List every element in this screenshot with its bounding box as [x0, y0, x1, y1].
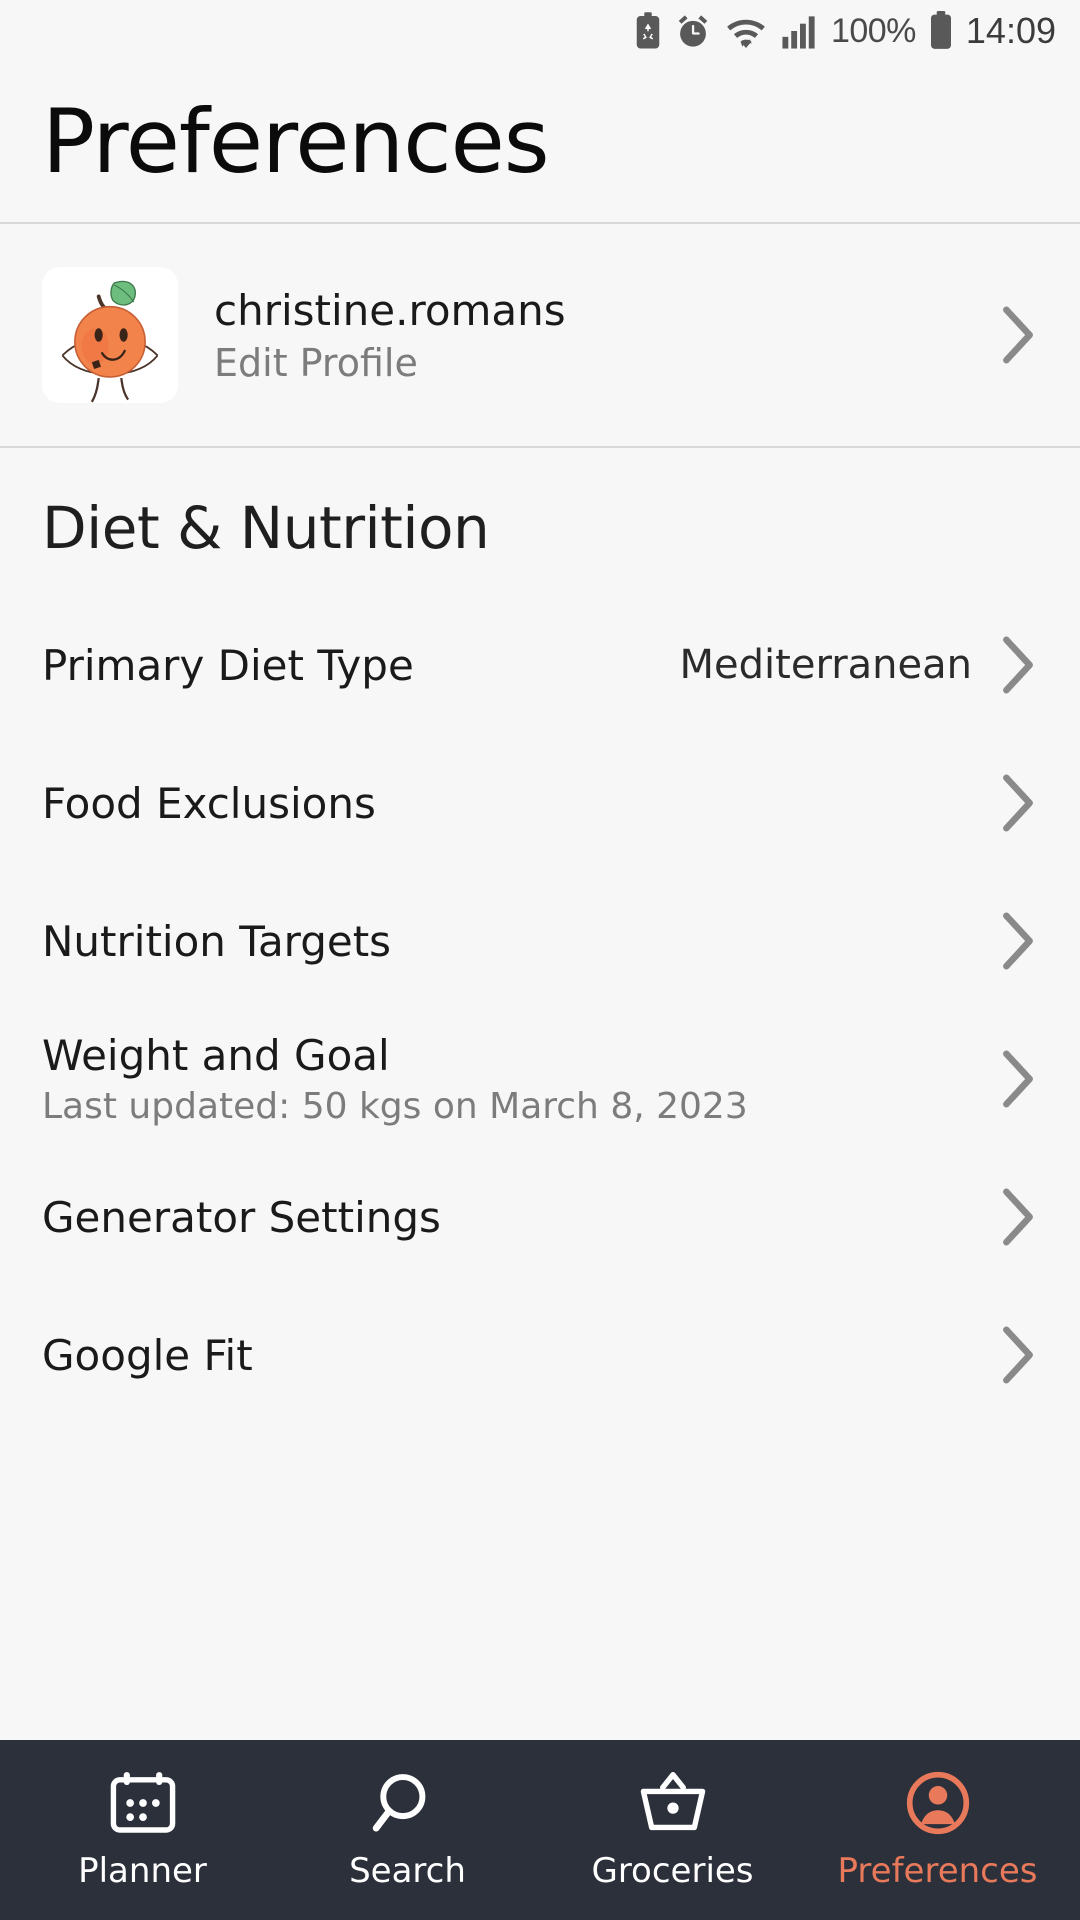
settings-row-generator-settings[interactable]: Generator Settings — [0, 1148, 1080, 1286]
status-clock: 14:09 — [965, 10, 1056, 51]
settings-content: Diet & Nutrition Primary Diet Type Medit… — [0, 448, 1080, 1740]
settings-row-google-fit[interactable]: Google Fit — [0, 1286, 1080, 1424]
profile-text: christine.romans Edit Profile — [214, 286, 962, 385]
account-circle-icon — [902, 1769, 974, 1837]
search-icon — [372, 1769, 444, 1837]
signal-bars-icon — [781, 12, 819, 50]
row-label: Nutrition Targets — [42, 916, 392, 966]
profile-row[interactable]: christine.romans Edit Profile — [0, 224, 1080, 446]
row-label: Google Fit — [42, 1330, 253, 1380]
chevron-right-icon[interactable] — [998, 634, 1038, 696]
chevron-right-icon[interactable] — [998, 1324, 1038, 1386]
chevron-right-icon[interactable] — [998, 1186, 1038, 1248]
nav-label: Search — [349, 1851, 466, 1891]
settings-row-nutrition-targets[interactable]: Nutrition Targets — [0, 872, 1080, 1010]
app-screen: 100% 14:09 Preferences christine.romans … — [0, 0, 1080, 1920]
status-bar: 100% 14:09 — [0, 0, 1080, 62]
wifi-icon — [723, 12, 769, 50]
row-main: Food Exclusions — [42, 779, 978, 828]
nav-item-groceries[interactable]: Groceries — [540, 1740, 805, 1920]
battery-percent-label: 100% — [830, 11, 916, 50]
chevron-right-icon[interactable] — [998, 772, 1038, 834]
settings-row-weight-and-goal[interactable]: Weight and Goal Last updated: 50 kgs on … — [0, 1010, 1080, 1148]
row-main: Primary Diet Type — [42, 641, 660, 690]
chevron-right-icon[interactable] — [998, 304, 1038, 366]
profile-username: christine.romans — [214, 285, 566, 335]
nav-item-search[interactable]: Search — [275, 1740, 540, 1920]
settings-row-primary-diet-type[interactable]: Primary Diet Type Mediterranean — [0, 596, 1080, 734]
nav-label: Groceries — [591, 1851, 754, 1891]
bottom-navigation: Planner Search Groceries Preferences — [0, 1740, 1080, 1920]
row-sublabel: Last updated: 50 kgs on March 8, 2023 — [42, 1086, 748, 1127]
settings-row-food-exclusions[interactable]: Food Exclusions — [0, 734, 1080, 872]
nav-label: Preferences — [837, 1851, 1038, 1891]
orange-character-avatar — [61, 280, 159, 403]
page-title: Preferences — [42, 90, 550, 193]
battery-saver-icon — [633, 12, 663, 50]
page-header: Preferences — [0, 62, 1080, 222]
chevron-right-icon[interactable] — [998, 910, 1038, 972]
profile-edit-label: Edit Profile — [214, 340, 418, 385]
row-main: Nutrition Targets — [42, 917, 978, 966]
avatar — [42, 267, 178, 403]
row-label: Primary Diet Type — [42, 640, 414, 690]
calendar-icon — [107, 1769, 179, 1837]
basket-icon — [637, 1769, 709, 1837]
row-main: Generator Settings — [42, 1193, 978, 1242]
row-label: Generator Settings — [42, 1192, 441, 1242]
row-label: Weight and Goal — [42, 1031, 390, 1080]
row-label: Food Exclusions — [42, 778, 376, 828]
chevron-right-icon[interactable] — [998, 1048, 1038, 1110]
nav-label: Planner — [78, 1851, 207, 1891]
row-main: Google Fit — [42, 1331, 978, 1380]
alarm-icon — [675, 12, 711, 50]
nav-item-planner[interactable]: Planner — [10, 1740, 275, 1920]
section-title-diet-nutrition: Diet & Nutrition — [42, 494, 490, 562]
battery-icon — [928, 11, 954, 51]
row-value: Mediterranean — [679, 642, 972, 688]
nav-item-preferences[interactable]: Preferences — [805, 1740, 1070, 1920]
row-main: Weight and Goal Last updated: 50 kgs on … — [42, 1031, 978, 1127]
